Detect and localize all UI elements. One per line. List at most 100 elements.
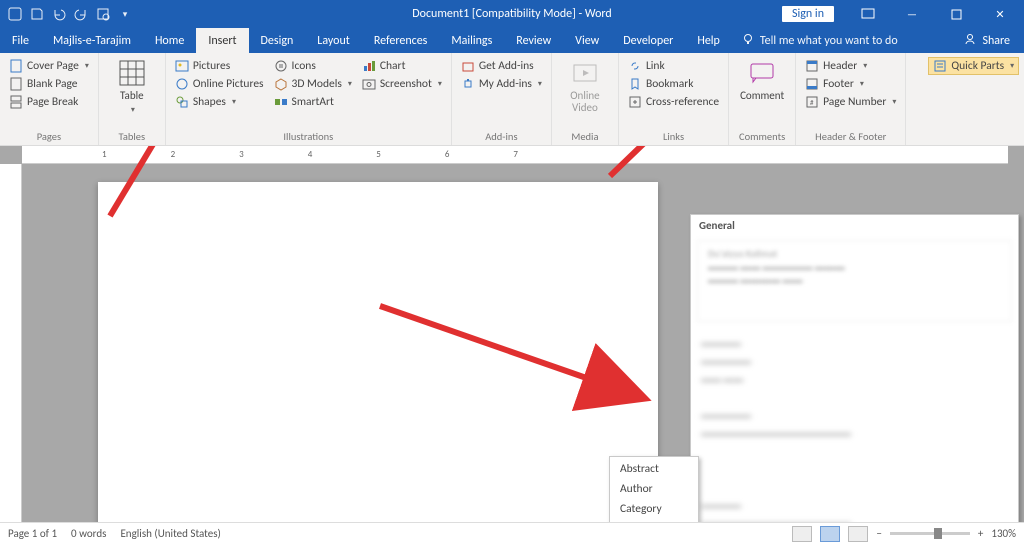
bookmark-icon <box>628 77 642 91</box>
zoom-slider[interactable] <box>890 532 970 535</box>
tab-view[interactable]: View <box>563 28 611 53</box>
property-category[interactable]: Category <box>610 499 698 519</box>
document-area: 1234567 General Du'aiyya Kalimat▬▬▬ ▬▬ ▬… <box>0 146 1024 522</box>
smartart-button[interactable]: SmartArt <box>271 93 355 111</box>
tab-review[interactable]: Review <box>504 28 563 53</box>
online-video-button[interactable]: Online Video <box>558 57 612 128</box>
minimize-button[interactable]: — <box>892 1 932 27</box>
group-pages: Cover Page Blank Page Page Break Pages <box>0 53 99 145</box>
zoom-in-button[interactable]: + <box>978 527 983 540</box>
cover-page-button[interactable]: Cover Page <box>6 57 92 75</box>
status-bar: Page 1 of 1 0 words English (United Stat… <box>0 522 1024 544</box>
link-button[interactable]: Link <box>625 57 722 75</box>
view-read-mode[interactable] <box>792 526 812 542</box>
xref-icon <box>628 95 642 109</box>
maximize-button[interactable] <box>936 1 976 27</box>
shapes-button[interactable]: Shapes <box>172 93 267 111</box>
group-label: Links <box>625 128 722 143</box>
online-pictures-icon <box>175 77 189 91</box>
icons-icon <box>274 59 288 73</box>
tab-layout[interactable]: Layout <box>305 28 362 53</box>
3d-models-button[interactable]: 3D Models <box>271 75 355 93</box>
quick-access-toolbar: ▾ <box>0 7 140 21</box>
property-comments[interactable]: Comments <box>610 519 698 522</box>
document-page[interactable] <box>98 182 658 522</box>
tab-help[interactable]: Help <box>685 28 732 53</box>
tab-insert[interactable]: Insert <box>196 28 248 53</box>
footer-button[interactable]: Footer <box>802 75 899 93</box>
pictures-button[interactable]: Pictures <box>172 57 267 75</box>
cover-page-icon <box>9 59 23 73</box>
cross-reference-button[interactable]: Cross-reference <box>625 93 722 111</box>
document-property-menu: AbstractAuthorCategoryCommentsCompanyCom… <box>609 456 699 522</box>
lightbulb-icon <box>742 33 754 49</box>
qat-more-icon[interactable]: ▾ <box>118 7 132 21</box>
screenshot-button[interactable]: Screenshot <box>359 75 445 93</box>
undo-icon[interactable] <box>52 7 66 21</box>
link-icon <box>628 59 642 73</box>
ribbon-display-icon[interactable] <box>848 1 888 27</box>
status-language[interactable]: English (United States) <box>120 527 220 540</box>
table-icon <box>118 59 146 87</box>
status-words[interactable]: 0 words <box>71 527 106 540</box>
tab-developer[interactable]: Developer <box>611 28 685 53</box>
tab-custom[interactable]: Majlis-e-Tarajim <box>41 28 143 53</box>
group-comments: Comment Comments <box>729 53 796 145</box>
page-number-button[interactable]: #Page Number <box>802 93 899 111</box>
pictures-icon <box>175 59 189 73</box>
redo-icon[interactable] <box>74 7 88 21</box>
group-media: Online Video Media <box>552 53 619 145</box>
share-label: Share <box>982 34 1010 48</box>
comment-button[interactable]: Comment <box>735 57 789 128</box>
group-text: Quick Parts Signature Line πEquation <box>906 53 1024 145</box>
blank-page-button[interactable]: Blank Page <box>6 75 92 93</box>
cube-icon <box>274 77 288 91</box>
property-abstract[interactable]: Abstract <box>610 459 698 479</box>
online-pictures-button[interactable]: Online Pictures <box>172 75 267 93</box>
page-number-icon: # <box>805 95 819 109</box>
group-header-footer: Header Footer #Page Number Header & Foot… <box>796 53 906 145</box>
get-addins-button[interactable]: Get Add-ins <box>458 57 545 75</box>
gallery-item[interactable]: Du'aiyya Kalimat▬▬▬ ▬▬ ▬▬▬▬▬ ▬▬▬▬▬▬ ▬▬▬▬… <box>697 240 1012 322</box>
title-bar: ▾ Document1 [Compatibility Mode] - Word … <box>0 0 1024 28</box>
print-preview-icon[interactable] <box>96 7 110 21</box>
chart-icon <box>362 59 376 73</box>
share-button[interactable]: Share <box>950 28 1024 53</box>
tab-references[interactable]: References <box>362 28 440 53</box>
my-addins-button[interactable]: My Add-ins <box>458 75 545 93</box>
screenshot-icon <box>362 77 376 91</box>
tab-file[interactable]: File <box>0 28 41 53</box>
bookmark-button[interactable]: Bookmark <box>625 75 722 93</box>
autosave-toggle[interactable] <box>8 7 22 21</box>
property-author[interactable]: Author <box>610 479 698 499</box>
save-icon[interactable] <box>30 7 44 21</box>
addins-icon <box>461 77 475 91</box>
tab-mailings[interactable]: Mailings <box>439 28 504 53</box>
group-label: Media <box>558 128 612 143</box>
header-button[interactable]: Header <box>802 57 899 75</box>
smartart-icon <box>274 95 288 109</box>
tell-me-search[interactable]: Tell me what you want to do <box>732 28 908 53</box>
table-button[interactable]: Table <box>105 57 159 128</box>
zoom-level[interactable]: 130% <box>991 527 1016 540</box>
sign-in-button[interactable]: Sign in <box>782 6 834 22</box>
horizontal-ruler[interactable]: 1234567 <box>22 146 1008 164</box>
zoom-out-button[interactable]: − <box>876 527 881 540</box>
chart-button[interactable]: Chart <box>359 57 445 75</box>
vertical-ruler[interactable] <box>0 164 22 522</box>
blank-page-icon <box>9 77 23 91</box>
tab-home[interactable]: Home <box>143 28 196 53</box>
page-break-button[interactable]: Page Break <box>6 93 92 111</box>
status-page[interactable]: Page 1 of 1 <box>8 527 57 540</box>
view-print-layout[interactable] <box>820 526 840 542</box>
tab-design[interactable]: Design <box>249 28 306 53</box>
group-label: Illustrations <box>172 128 445 143</box>
svg-text:#: # <box>810 98 814 107</box>
quick-parts-button[interactable]: Quick Parts <box>928 57 1019 75</box>
close-button[interactable]: ✕ <box>980 1 1020 27</box>
icons-button[interactable]: Icons <box>271 57 355 75</box>
view-web-layout[interactable] <box>848 526 868 542</box>
quick-parts-icon <box>933 59 947 73</box>
ribbon: Cover Page Blank Page Page Break Pages T… <box>0 53 1024 146</box>
group-label: Pages <box>6 128 92 143</box>
